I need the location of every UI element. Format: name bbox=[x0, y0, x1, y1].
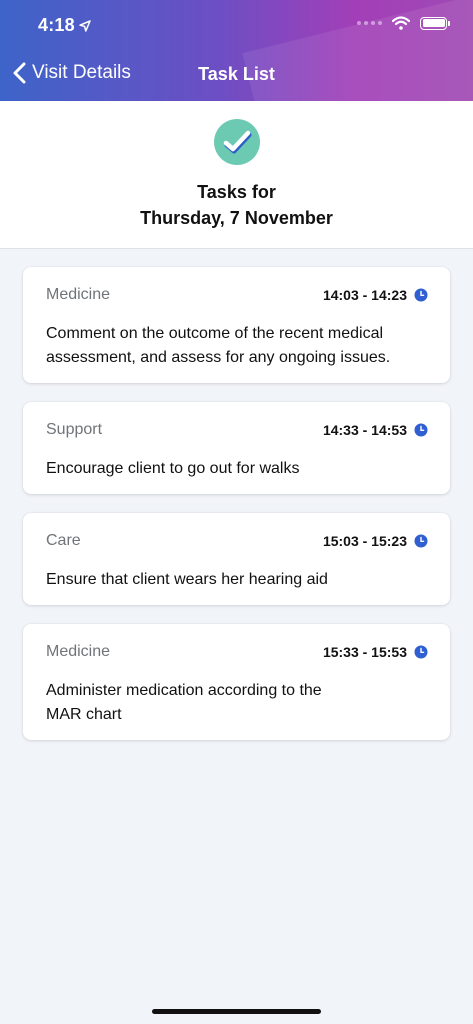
task-time: 14:33 - 14:53 bbox=[323, 422, 428, 438]
wifi-icon bbox=[392, 16, 410, 30]
status-bar-indicators bbox=[357, 16, 450, 30]
task-category: Medicine bbox=[46, 643, 111, 660]
task-time: 15:33 - 15:53 bbox=[323, 644, 428, 660]
clock-icon bbox=[414, 423, 428, 437]
task-complete-badge bbox=[214, 119, 260, 165]
task-card[interactable]: Support 14:33 - 14:53 Encourage client t… bbox=[23, 402, 450, 494]
page-title: Task List bbox=[198, 64, 275, 84]
checkmark-icon bbox=[223, 130, 252, 154]
task-time-range: 15:03 - 15:23 bbox=[322, 533, 407, 549]
task-time-range: 14:03 - 14:23 bbox=[322, 287, 407, 303]
clock-time: 4:18 bbox=[38, 15, 75, 35]
clock-icon bbox=[414, 534, 428, 548]
clock-icon bbox=[414, 288, 428, 302]
task-description: Administer medication according to the M… bbox=[46, 682, 322, 723]
task-category: Care bbox=[46, 532, 81, 549]
task-category: Support bbox=[46, 421, 103, 438]
tasks-for-heading: Tasks for bbox=[197, 182, 276, 202]
task-time: 15:03 - 15:23 bbox=[323, 533, 428, 549]
home-indicator bbox=[152, 1009, 321, 1014]
task-card[interactable]: Medicine 14:03 - 14:23 Comment on the ou… bbox=[23, 267, 450, 383]
task-time: 14:03 - 14:23 bbox=[323, 287, 428, 303]
status-bar-time: 4:18 bbox=[38, 15, 91, 36]
battery-icon bbox=[420, 16, 450, 30]
task-time-range: 15:33 - 15:53 bbox=[322, 644, 407, 660]
task-card[interactable]: Care 15:03 - 15:23 Ensure that client we… bbox=[23, 513, 450, 605]
tasks-header: Tasks for Thursday, 7 November bbox=[0, 101, 473, 249]
task-description: Comment on the outcome of the recent med… bbox=[46, 325, 391, 366]
task-category: Medicine bbox=[46, 286, 111, 303]
task-description: Ensure that client wears her hearing aid bbox=[46, 571, 328, 588]
cellular-signal-icon bbox=[357, 21, 382, 25]
task-card[interactable]: Medicine 15:33 - 15:53 Administer medica… bbox=[23, 624, 450, 740]
task-description: Encourage client to go out for walks bbox=[46, 460, 300, 477]
navigation-header: 4:18 Visit Details Task List bbox=[0, 0, 473, 101]
tasks-date-heading: Thursday, 7 November bbox=[140, 208, 333, 228]
task-time-range: 14:33 - 14:53 bbox=[322, 422, 407, 438]
location-arrow-icon bbox=[79, 19, 91, 32]
clock-icon bbox=[414, 645, 428, 659]
